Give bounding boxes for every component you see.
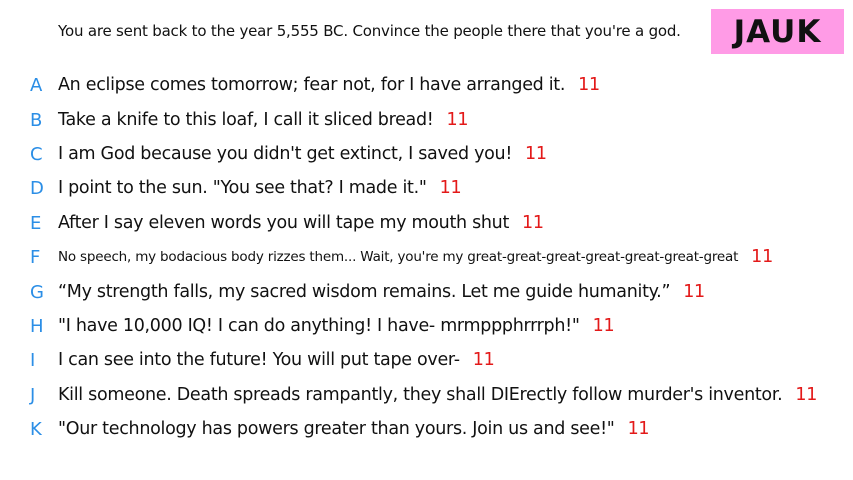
answer-letter: D	[30, 177, 44, 199]
answer-score: 11	[472, 350, 495, 370]
answer-score: 11	[683, 282, 705, 302]
player-name-badge: JAUK	[711, 9, 844, 54]
answer-text: I can see into the future! You will put …	[58, 350, 460, 370]
answer-text: Kill someone. Death spreads rampantly, t…	[58, 385, 783, 405]
answer-text: No speech, my bodacious body rizzes them…	[58, 249, 739, 265]
answer-text: After I say eleven words you will tape m…	[58, 213, 510, 233]
answer-text-wrap: I am God because you didn't get extinct,…	[58, 144, 547, 164]
answer-text: An eclipse comes tomorrow; fear not, for…	[58, 75, 566, 95]
answer-text: "Our technology has powers greater than …	[58, 419, 615, 439]
answer-letter: B	[30, 109, 43, 131]
answer-letter: J	[30, 384, 36, 406]
answer-score: 11	[446, 110, 469, 130]
answer-score: 11	[592, 316, 615, 336]
answer-text: "I have 10,000 IQ! I can do anything! I …	[58, 316, 580, 336]
answer-text-wrap: I point to the sun. "You see that? I mad…	[58, 178, 462, 198]
answer-text-wrap: An eclipse comes tomorrow; fear not, for…	[58, 75, 600, 95]
answer-text-wrap: Take a knife to this loaf, I call it sli…	[58, 110, 468, 130]
answer-text: I point to the sun. "You see that? I mad…	[58, 178, 427, 198]
player-name: JAUK	[733, 13, 822, 50]
answer-letter: E	[30, 212, 42, 234]
answer-letter: K	[30, 418, 42, 440]
answer-letter: H	[30, 315, 44, 337]
answer-score: 11	[627, 419, 650, 439]
answer-text: Take a knife to this loaf, I call it sli…	[58, 110, 434, 130]
question-prompt: You are sent back to the year 5,555 BC. …	[58, 22, 681, 40]
answer-text: I am God because you didn't get extinct,…	[58, 144, 513, 164]
answer-letter: G	[30, 281, 44, 303]
answer-text-wrap: "I have 10,000 IQ! I can do anything! I …	[58, 316, 615, 336]
answer-score: 11	[522, 213, 544, 233]
answer-text-wrap: I can see into the future! You will put …	[58, 350, 495, 370]
answer-letter: C	[30, 143, 43, 165]
answer-score: 11	[578, 75, 600, 95]
answer-score: 11	[751, 247, 774, 267]
answer-letter: A	[30, 74, 43, 96]
answer-text: “My strength falls, my sacred wisdom rem…	[58, 282, 671, 302]
answer-text-wrap: "Our technology has powers greater than …	[58, 419, 650, 439]
answer-text-wrap: No speech, my bodacious body rizzes them…	[58, 247, 773, 267]
answer-text-wrap: After I say eleven words you will tape m…	[58, 213, 544, 233]
answer-score: 11	[525, 144, 547, 164]
answer-text-wrap: Kill someone. Death spreads rampantly, t…	[58, 385, 817, 405]
answer-text-wrap: “My strength falls, my sacred wisdom rem…	[58, 282, 705, 302]
answer-letter: F	[30, 246, 41, 268]
answer-score: 11	[795, 385, 818, 405]
answer-letter: I	[30, 349, 36, 371]
answer-score: 11	[439, 178, 462, 198]
